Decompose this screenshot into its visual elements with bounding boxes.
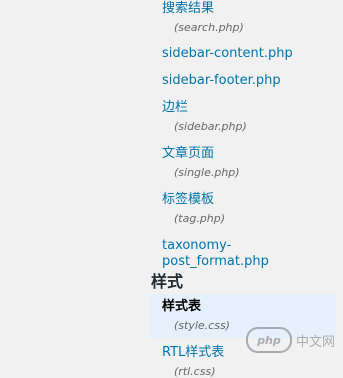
file-link-taxonomy-post-format[interactable]: taxonomy-post_format.php [162,238,336,270]
file-item-sidebar-content[interactable]: sidebar-content.php [150,46,336,73]
site-watermark: php 中文网 [245,327,335,353]
file-link-sidebar[interactable]: 边栏 [162,100,336,116]
theme-files-panel: 搜索结果 (search.php) sidebar-content.php si… [0,0,343,378]
template-file-list: 搜索结果 (search.php) sidebar-content.php si… [150,0,336,269]
file-link-sidebar-content[interactable]: sidebar-content.php [162,46,336,62]
file-item-single[interactable]: 文章页面 (single.php) [150,146,336,192]
file-item-tag[interactable]: 标签模板 (tag.php) [150,192,336,238]
file-link-sidebar-footer[interactable]: sidebar-footer.php [162,73,336,89]
file-item-search[interactable]: 搜索结果 (search.php) [150,0,336,46]
file-name-rtl-css: (rtl.css) [174,365,216,378]
file-name-tag: (tag.php) [174,212,226,225]
file-link-style-css[interactable]: 样式表 [162,299,336,315]
styles-section-title: 样式 [151,272,184,291]
file-link-search[interactable]: 搜索结果 [162,1,336,17]
file-item-sidebar[interactable]: 边栏 (sidebar.php) [150,100,336,146]
file-link-single[interactable]: 文章页面 [162,146,336,162]
watermark-text: 中文网 [295,334,335,350]
file-item-taxonomy-post-format[interactable]: taxonomy-post_format.php [150,238,336,269]
file-name-single: (single.php) [174,166,240,179]
file-name-search: (search.php) [174,21,244,34]
file-name-sidebar: (sidebar.php) [174,120,247,133]
file-link-tag[interactable]: 标签模板 [162,192,336,208]
php-logo-icon: php [245,327,292,353]
file-item-sidebar-footer[interactable]: sidebar-footer.php [150,73,336,100]
